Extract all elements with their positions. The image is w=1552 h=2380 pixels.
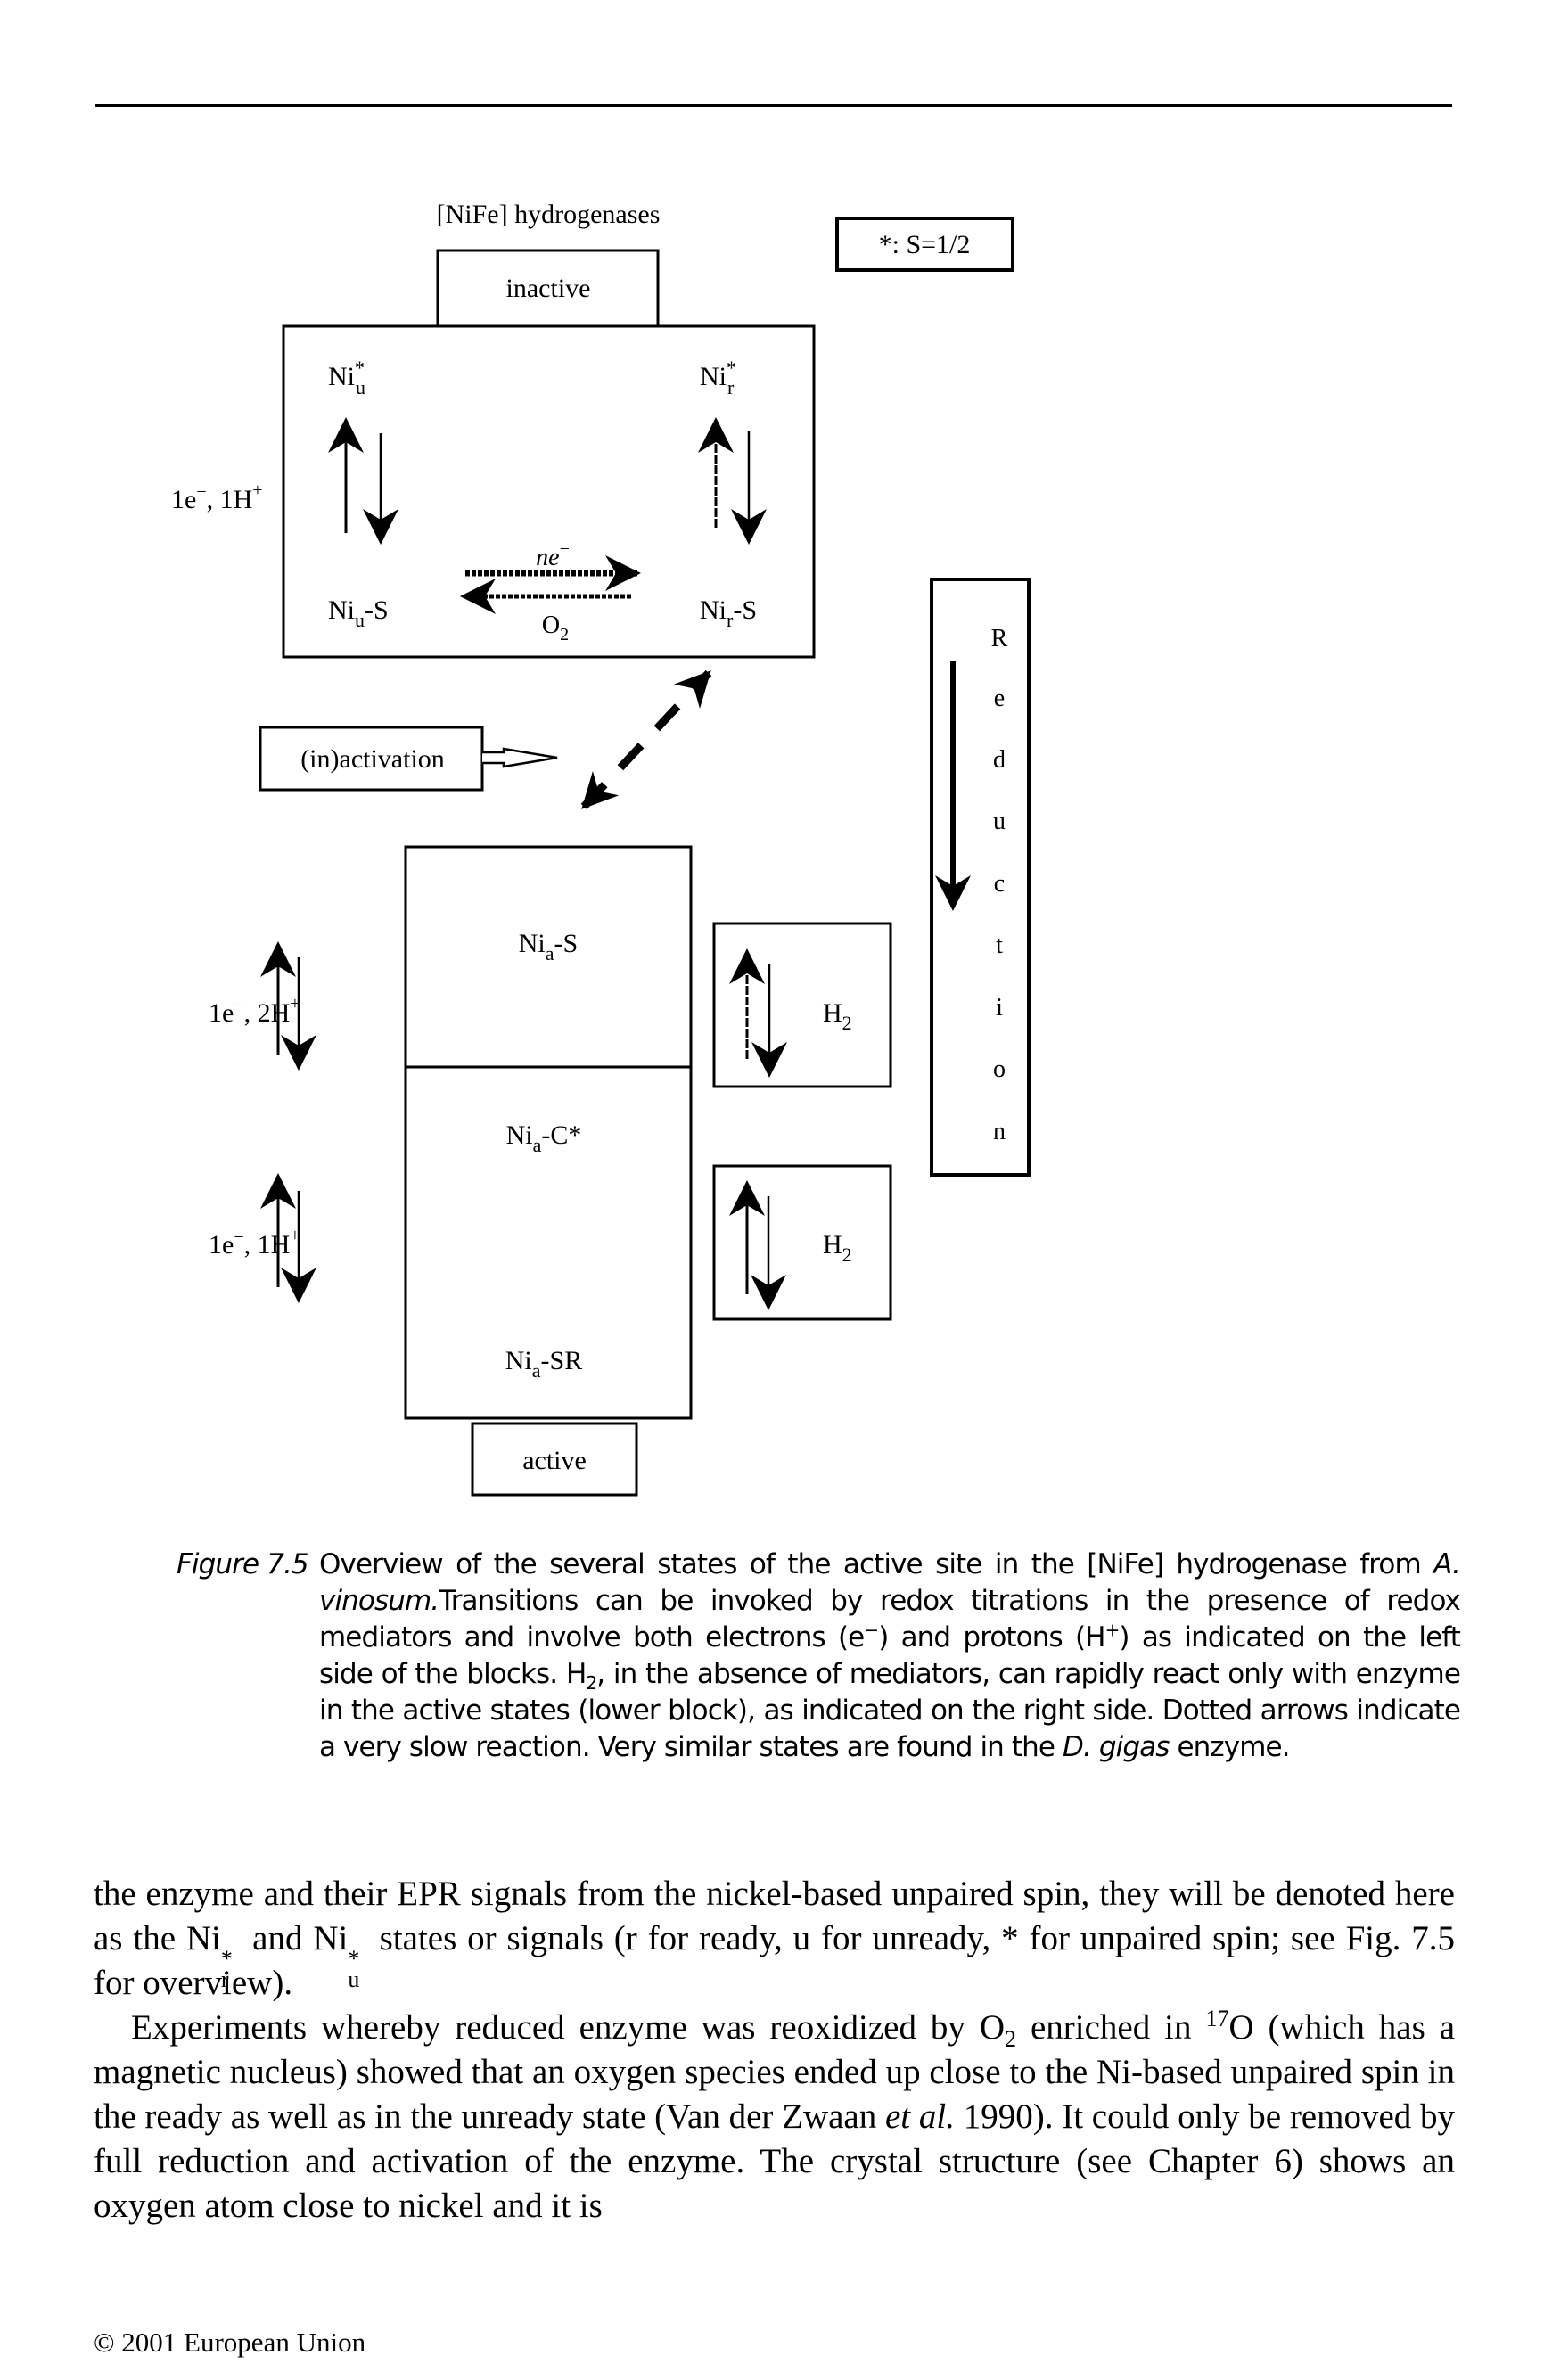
h2-upper-label: H2 xyxy=(823,998,852,1034)
reduction-letter: o xyxy=(993,1055,1006,1083)
state-ni-u-s: Niu-S xyxy=(328,595,389,631)
state-ni-u-star: Ni* u xyxy=(328,357,365,398)
label-ne: ne− xyxy=(536,539,570,571)
label-1e-1h-top: 1e−, 1H+ xyxy=(171,480,263,514)
state-ni-a-sr: Nia-SR xyxy=(505,1346,582,1382)
reduction-letter: u xyxy=(993,808,1006,835)
state-ni-a-s: Nia-S xyxy=(519,929,578,964)
label-o2: O2 xyxy=(542,611,569,644)
caption-text: Overview of the several states of the ac… xyxy=(319,1548,1461,1763)
state-ni-r-s: Nir-S xyxy=(700,595,757,631)
legend-text: *: S=1/2 xyxy=(879,230,971,259)
reduction-box xyxy=(930,578,1031,1177)
reduction-letter: R xyxy=(991,625,1008,652)
body-text: the enzyme and their EPR signals from th… xyxy=(94,1872,1455,2228)
h2-box-upper xyxy=(712,922,892,1088)
copyright-footer: © 2001 European Union xyxy=(94,2327,366,2358)
active-label: active xyxy=(522,1446,587,1475)
reduction-letter: c xyxy=(994,870,1005,898)
label-1e-1h-bottom: 1e−, 1H+ xyxy=(209,1226,300,1260)
diagram-title: [NiFe] hydrogenases xyxy=(437,200,661,229)
state-ni-a-c-star: Nia-C* xyxy=(506,1120,582,1156)
inactive-label: inactive xyxy=(506,274,591,303)
state-ni-r-star: Ni* r xyxy=(700,357,736,398)
figure-caption: Figure 7.5 Overview of the several state… xyxy=(177,1547,1461,1766)
label-1e-2h: 1e−, 2H+ xyxy=(209,994,300,1028)
h2-box-lower xyxy=(712,1164,892,1321)
reduction-vertical-label: R e d u c t i o n xyxy=(991,625,1008,1145)
reduction-letter: e xyxy=(994,685,1005,712)
figure-label: Figure 7.5 xyxy=(177,1548,309,1580)
hollow-arrow-icon xyxy=(482,747,558,768)
reduction-letter: t xyxy=(996,931,1003,959)
reduction-letter: d xyxy=(993,746,1006,774)
paragraph-1: the enzyme and their EPR signals from th… xyxy=(94,1875,1455,2002)
paragraph-2: Experiments whereby reduced enzyme was r… xyxy=(94,2006,1456,2226)
nife-hydrogenase-diagram: [NiFe] hydrogenases *: S=1/2 inactive Ni… xyxy=(171,200,1031,1497)
reduction-letter: i xyxy=(996,994,1003,1022)
inactivation-label: (in)activation xyxy=(300,744,445,774)
reduction-letter: n xyxy=(993,1118,1006,1145)
h2-lower-label: H2 xyxy=(823,1230,852,1266)
activation-dashed-arrow xyxy=(580,669,712,810)
